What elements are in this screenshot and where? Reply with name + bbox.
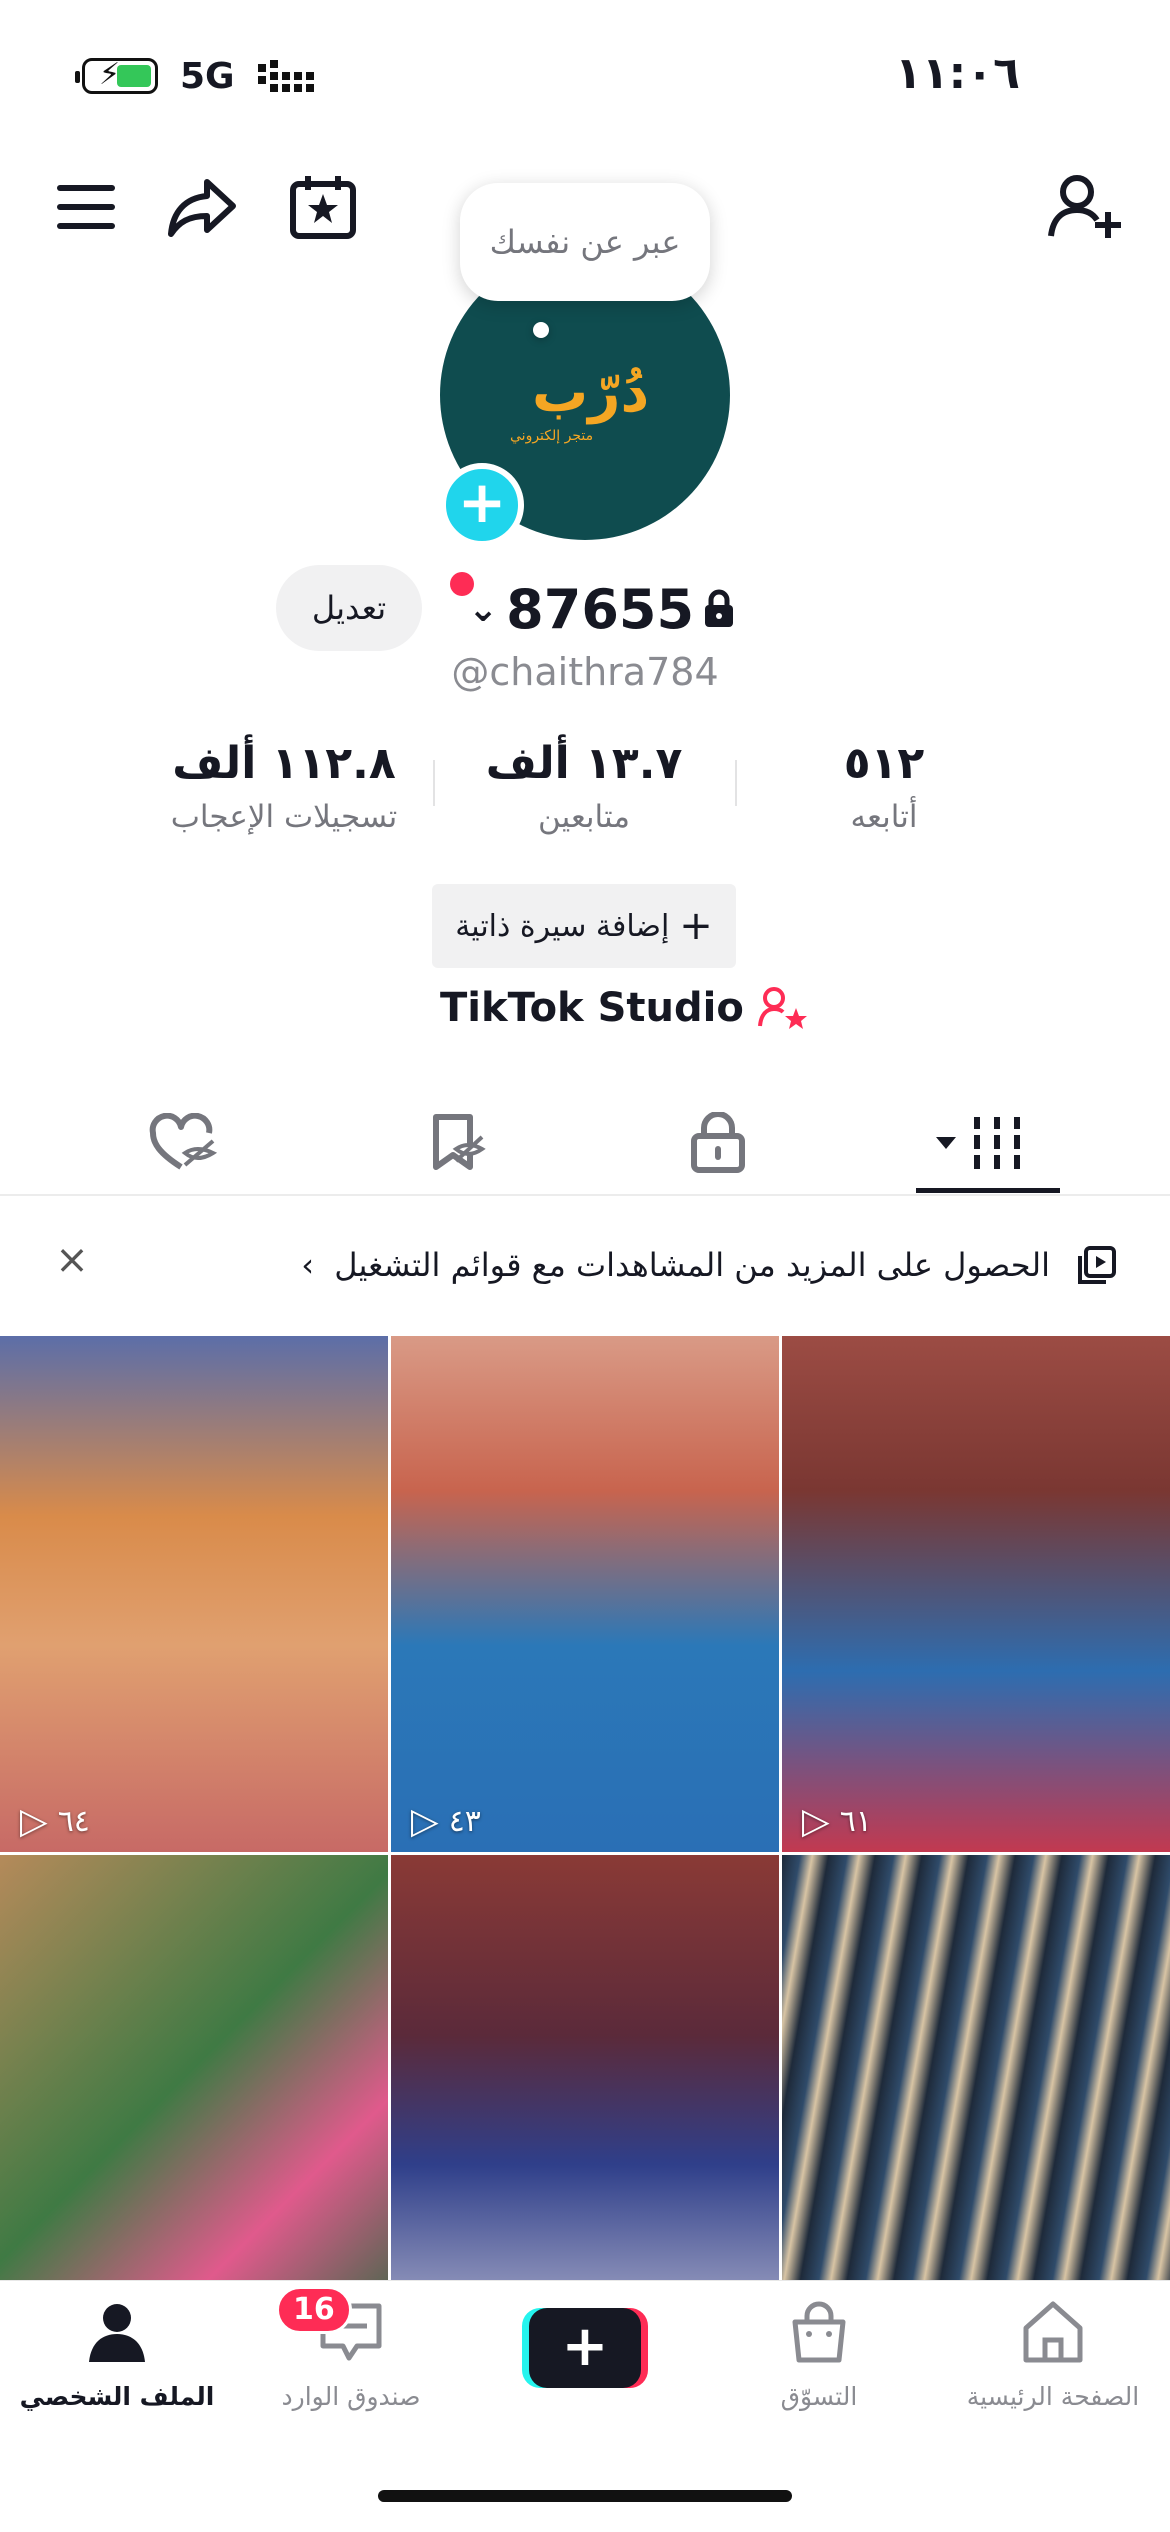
nav-shop[interactable]: التسوّق: [702, 2300, 936, 2411]
video-thumbnail[interactable]: ▷ ٤٣: [391, 1336, 779, 1852]
video-thumbnail[interactable]: ▷ ٦١: [782, 1336, 1170, 1852]
view-count: ▷ ٤٣: [411, 1801, 481, 1842]
network-type: 5G: [180, 56, 235, 97]
status-time: ١١:٠٦: [894, 48, 1020, 99]
stat-label: متابعين: [538, 799, 630, 835]
plus-icon: +: [529, 2308, 641, 2388]
tab-videos[interactable]: [914, 1100, 1054, 1186]
heart-hidden-icon: [149, 1113, 218, 1170]
stat-following[interactable]: ٥١٢ أتابعه: [734, 738, 1034, 835]
nav-label: الصفحة الرئيسية: [966, 2382, 1140, 2411]
tab-liked[interactable]: [114, 1100, 254, 1186]
video-grid: ▷ ٦٤ ▷ ٤٣ ▷ ٦١: [0, 1336, 1170, 2386]
creator-star-icon: [757, 987, 807, 1029]
profile-icon: [89, 2304, 145, 2362]
nav-profile[interactable]: الملف الشخصي: [0, 2300, 234, 2411]
express-yourself-bubble[interactable]: عبر عن نفسك: [460, 183, 710, 301]
nav-label: الملف الشخصي: [19, 2382, 215, 2411]
close-icon[interactable]: ×: [52, 1240, 92, 1280]
tab-private[interactable]: [648, 1100, 788, 1186]
user-handle: @chaithra784: [451, 650, 719, 694]
avatar-add-button[interactable]: +: [440, 463, 524, 547]
chevron-down-icon: ⌄: [468, 588, 499, 630]
playlist-icon: [1078, 1246, 1116, 1284]
stat-value: ١١٢.٨ ألف: [172, 738, 396, 789]
grid-dropdown-icon: [936, 1117, 1020, 1169]
create-button[interactable]: +: [522, 2308, 648, 2388]
playlist-banner[interactable]: ‹ الحصول على المزيد من المشاهدات مع قوائ…: [301, 1246, 1050, 1284]
home-indicator: [378, 2490, 792, 2502]
studio-label: TikTok Studio: [440, 985, 744, 1031]
avatar-logo: دُرّب: [532, 360, 650, 425]
play-icon: ▷: [20, 1801, 48, 1842]
bookmark-hidden-icon: [433, 1114, 486, 1170]
play-icon: ▷: [802, 1801, 830, 1842]
nav-label: التسوّق: [780, 2382, 858, 2411]
battery-icon: ⚡: [75, 57, 158, 94]
stat-value: ٥١٢: [843, 738, 925, 789]
bio-label: إضافة سيرة ذاتية: [455, 908, 670, 944]
lock-icon: [705, 589, 734, 627]
chevron-left-icon: ‹: [301, 1246, 315, 1284]
bubble-tail: [533, 322, 549, 338]
inbox-badge: 16: [276, 2286, 352, 2334]
menu-icon[interactable]: [46, 170, 126, 244]
stat-followers[interactable]: ١٣.٧ ألف متابعين: [434, 738, 734, 835]
tiktok-studio-link[interactable]: TikTok Studio: [440, 985, 808, 1031]
add-friend-icon[interactable]: [1040, 164, 1130, 250]
avatar-logo-subtitle: متجر إلكتروني: [510, 428, 594, 444]
username: 87655: [506, 577, 695, 641]
plus-icon: +: [679, 903, 713, 949]
nav-home[interactable]: الصفحة الرئيسية: [936, 2300, 1170, 2411]
stat-value: ١٣.٧ ألف: [485, 738, 683, 789]
lock-icon: [691, 1112, 745, 1173]
view-count: ▷ ٦٤: [20, 1801, 90, 1842]
nav-label: صندوق الوارد: [281, 2382, 421, 2411]
account-switcher[interactable]: ⌄ 87655: [468, 574, 736, 644]
signal-icon: [258, 60, 314, 92]
view-count: ▷ ٦١: [802, 1801, 872, 1842]
edit-profile-button[interactable]: تعديل: [276, 565, 422, 651]
stat-label: أتابعه: [850, 799, 918, 835]
stat-label: تسجيلات الإعجاب: [170, 799, 398, 835]
share-icon[interactable]: [162, 168, 242, 248]
add-bio-button[interactable]: إضافة سيرة ذاتية +: [432, 884, 736, 968]
video-thumbnail[interactable]: ▷ ٦٤: [0, 1336, 388, 1852]
home-icon: [1023, 2301, 1083, 2363]
calendar-star-icon[interactable]: [280, 164, 366, 250]
banner-text: الحصول على المزيد من المشاهدات مع قوائم …: [334, 1246, 1050, 1284]
active-tab-indicator: [916, 1188, 1060, 1193]
play-icon: ▷: [411, 1801, 439, 1842]
shopping-bag-icon: [792, 2301, 846, 2363]
tab-saved[interactable]: [386, 1100, 526, 1186]
divider: [0, 1194, 1170, 1196]
stat-likes[interactable]: ١١٢.٨ ألف تسجيلات الإعجاب: [134, 738, 434, 835]
